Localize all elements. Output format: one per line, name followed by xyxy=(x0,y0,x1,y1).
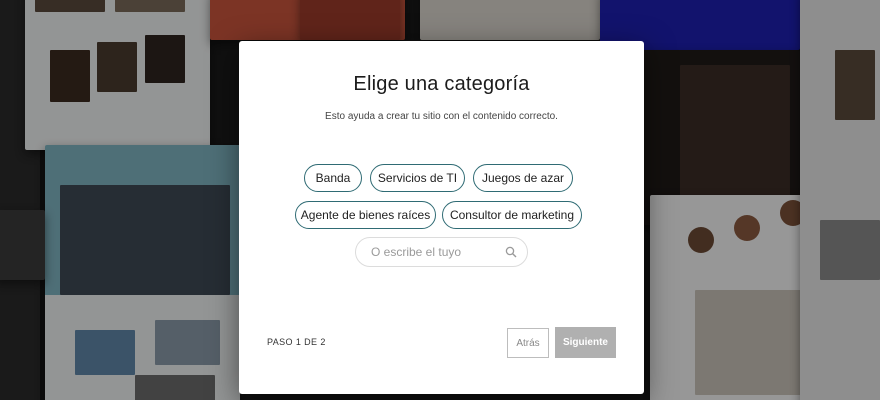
category-modal: Elige una categoría Esto ayuda a crear t… xyxy=(239,41,644,394)
next-button[interactable]: Siguiente xyxy=(555,327,616,358)
modal-title: Elige una categoría xyxy=(353,73,530,95)
modal-subtitle: Esto ayuda a crear tu sitio con el conte… xyxy=(325,111,558,122)
category-search-field[interactable] xyxy=(355,237,528,267)
step-indicator: PASO 1 DE 2 xyxy=(267,337,326,347)
search-icon[interactable] xyxy=(505,246,517,258)
category-search-input[interactable] xyxy=(369,244,503,260)
category-chip-banda[interactable]: Banda xyxy=(304,164,362,192)
category-chip-agente-de-bienes-raices[interactable]: Agente de bienes raíces xyxy=(295,201,436,229)
category-chip-consultor-de-marketing[interactable]: Consultor de marketing xyxy=(442,201,582,229)
category-chip-juegos-de-azar[interactable]: Juegos de azar xyxy=(473,164,573,192)
category-chip-servicios-de-ti[interactable]: Servicios de TI xyxy=(370,164,465,192)
back-button[interactable]: Atrás xyxy=(507,328,549,358)
